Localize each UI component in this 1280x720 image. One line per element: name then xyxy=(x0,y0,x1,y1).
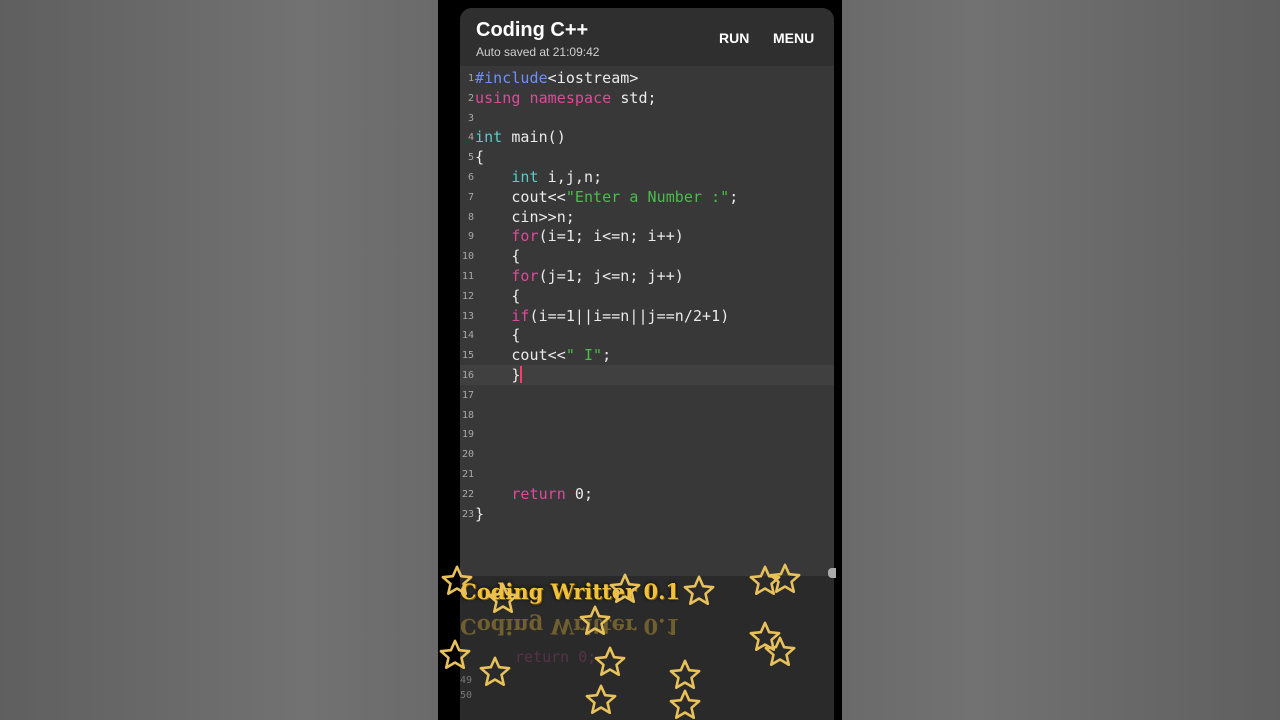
code-line[interactable]: 11 for(j=1; j<=n; j++) xyxy=(460,266,834,286)
code-text[interactable]: } xyxy=(475,366,523,384)
code-line[interactable]: 13 if(i==1||i==n||j==n/2+1) xyxy=(460,306,834,326)
line-number: 20 xyxy=(461,449,474,461)
code-line[interactable]: 17 xyxy=(460,385,834,405)
code-line[interactable]: 22 return 0; xyxy=(460,484,834,504)
star-icon xyxy=(584,683,618,717)
code-line[interactable]: 3 xyxy=(460,108,834,128)
code-line[interactable]: 15 cout<<" I"; xyxy=(460,345,834,365)
star-icon xyxy=(608,572,642,606)
star-icon xyxy=(578,604,612,638)
code-text[interactable]: { xyxy=(475,148,484,166)
star-icon xyxy=(593,645,627,679)
line-number: 14 xyxy=(461,330,474,342)
code-text[interactable]: cout<<"Enter a Number :"; xyxy=(475,188,738,206)
code-line[interactable]: 16 } xyxy=(460,365,834,385)
code-line[interactable]: 9 for(i=1; i<=n; i++) xyxy=(460,226,834,246)
line-number: 10 xyxy=(461,251,474,263)
code-line[interactable]: 7 cout<<"Enter a Number :"; xyxy=(460,187,834,207)
code-text[interactable]: int main() xyxy=(475,128,566,146)
line-number: 12 xyxy=(461,290,474,302)
line-number: 23 xyxy=(461,508,474,520)
code-line[interactable]: 19 xyxy=(460,424,834,444)
phone-screen: Coding C++ Auto saved at 21:09:42 RUN ME… xyxy=(438,0,842,720)
code-line[interactable]: 18 xyxy=(460,405,834,425)
line-number: 4 xyxy=(467,132,474,144)
line-number: 11 xyxy=(461,271,474,282)
code-line[interactable]: 20 xyxy=(460,444,834,464)
code-line[interactable]: 23} xyxy=(460,504,834,524)
line-number: 9 xyxy=(467,231,474,243)
background-right xyxy=(842,0,1280,720)
code-text[interactable]: int i,j,n; xyxy=(475,168,602,186)
code-text[interactable]: using namespace std; xyxy=(475,89,657,107)
text-cursor xyxy=(520,366,523,383)
code-text[interactable]: } xyxy=(475,505,484,523)
star-icon xyxy=(682,574,716,608)
star-icon xyxy=(440,564,474,598)
background-left xyxy=(0,0,438,720)
menu-button[interactable]: MENU xyxy=(773,30,814,46)
code-line[interactable]: 6 int i,j,n; xyxy=(460,167,834,187)
line-number: 16 xyxy=(461,370,474,381)
line-number: 19 xyxy=(461,429,474,441)
code-line[interactable]: 12 { xyxy=(460,286,834,306)
code-line[interactable]: 14 { xyxy=(460,325,834,345)
ghost-code-reflection: return 0; xyxy=(515,648,597,666)
watermark-overlay: return 0; 49 50 Coding Writter 0.1 Codin… xyxy=(438,560,842,720)
line-number: 2 xyxy=(467,92,474,104)
code-text[interactable]: #include<iostream> xyxy=(475,69,638,87)
line-number: 15 xyxy=(461,350,474,362)
line-number: 3 xyxy=(467,112,474,124)
star-icon xyxy=(763,635,797,669)
line-number: 17 xyxy=(461,389,474,401)
code-text[interactable]: for(i=1; i<=n; i++) xyxy=(475,227,684,245)
star-icon xyxy=(668,658,702,692)
line-number: 13 xyxy=(461,310,474,322)
code-text[interactable]: cin>>n; xyxy=(475,208,575,226)
code-line[interactable]: 10 { xyxy=(460,246,834,266)
star-icon xyxy=(438,638,472,672)
star-icon xyxy=(478,655,512,689)
code-text[interactable]: { xyxy=(475,247,520,265)
run-button[interactable]: RUN xyxy=(719,30,749,46)
ghost-line-number: 50 xyxy=(460,690,473,701)
line-number: 7 xyxy=(467,191,474,203)
line-number: 18 xyxy=(461,409,474,421)
line-number: 6 xyxy=(467,172,474,183)
app-toolbar: Coding C++ Auto saved at 21:09:42 RUN ME… xyxy=(460,8,834,66)
line-number: 1 xyxy=(467,73,474,84)
star-icon xyxy=(486,582,520,616)
code-line[interactable]: 21 xyxy=(460,464,834,484)
ghost-line-number: 49 xyxy=(460,675,473,686)
code-text[interactable]: { xyxy=(475,326,520,344)
app-title: Coding C++ xyxy=(476,19,589,41)
code-text[interactable]: for(j=1; j<=n; j++) xyxy=(475,267,684,285)
line-number: 5 xyxy=(467,152,474,164)
code-text[interactable]: cout<<" I"; xyxy=(475,346,611,364)
code-area[interactable]: 1 #include<iostream> 2 using namespace std;… xyxy=(460,66,834,576)
star-icon xyxy=(668,688,702,720)
code-line[interactable]: 8 cin>>n; xyxy=(460,207,834,227)
code-line[interactable]: 2 using namespace std; xyxy=(460,88,834,108)
code-line[interactable]: 5{ xyxy=(460,147,834,167)
code-text[interactable]: if(i==1||i==n||j==n/2+1) xyxy=(475,307,729,325)
line-number: 8 xyxy=(467,211,474,223)
code-text[interactable]: return 0; xyxy=(475,485,593,503)
autosave-status: Auto saved at 21:09:42 xyxy=(476,45,600,59)
line-number: 21 xyxy=(461,469,474,480)
line-number: 22 xyxy=(461,488,474,500)
code-line[interactable]: 4 int main() xyxy=(460,127,834,147)
code-line[interactable]: 1 #include<iostream> xyxy=(460,68,834,88)
brand-reflection: Coding Writter 0.1 xyxy=(460,614,680,639)
star-icon xyxy=(768,562,802,596)
code-text[interactable]: { xyxy=(475,287,520,305)
